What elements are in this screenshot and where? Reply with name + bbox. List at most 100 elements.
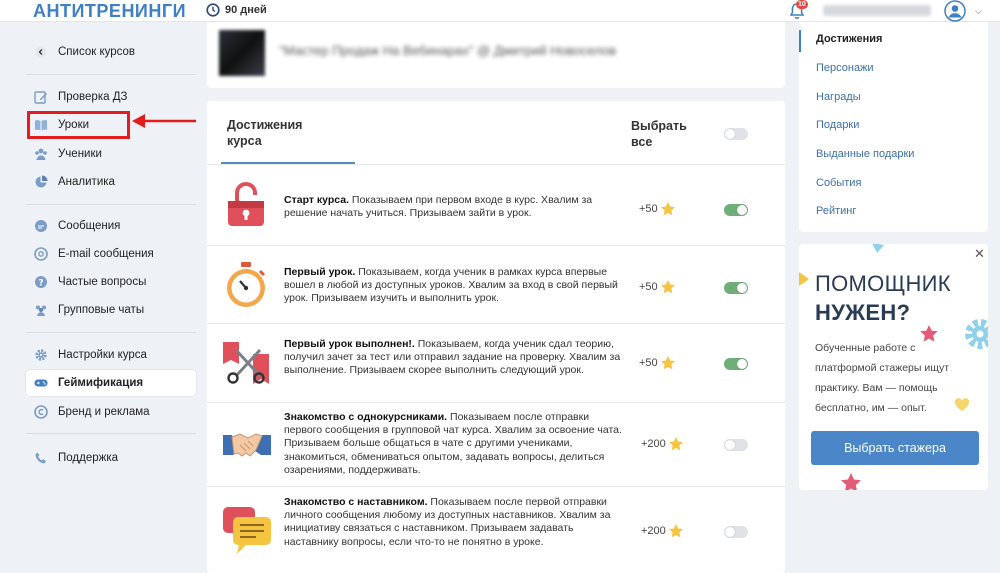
- sidebar-divider: [26, 433, 196, 434]
- sidebar-item-faq[interactable]: ? Частые вопросы: [26, 269, 196, 295]
- achievement-toggle[interactable]: [724, 526, 748, 538]
- nav-issued-gifts[interactable]: Выданные подарки: [816, 148, 914, 160]
- nav-rewards[interactable]: Награды: [816, 91, 861, 103]
- star-icon: [668, 524, 683, 538]
- triangle-decoration-icon: [872, 244, 884, 253]
- pie-chart-icon: [34, 175, 48, 189]
- sidebar-item-homework[interactable]: Проверка ДЗ: [26, 84, 196, 110]
- sidebar-item-label: Аналитика: [58, 176, 115, 188]
- achievement-row: Первый урок выполнен!. Показываем, когда…: [207, 324, 785, 402]
- logo[interactable]: АНТИТРЕНИНГИ: [33, 1, 186, 22]
- achievement-points: +50: [639, 355, 676, 371]
- star-icon: [668, 437, 683, 451]
- choose-intern-button[interactable]: Выбрать стажера: [811, 431, 979, 465]
- sidebar-item-brand[interactable]: Бренд и реклама: [26, 399, 196, 425]
- sidebar-divider: [26, 332, 196, 333]
- triangle-decoration-icon: [799, 272, 809, 286]
- sidebar-item-email[interactable]: E-mail сообщения: [26, 241, 196, 267]
- promo-title-line2: НУЖЕН?: [815, 300, 911, 325]
- notification-badge: 10: [796, 0, 808, 9]
- star-icon: [660, 280, 675, 294]
- select-all-label: Выбрать все: [631, 119, 687, 149]
- select-all-toggle[interactable]: [724, 128, 748, 140]
- achievement-text: Знакомство с наставником. Показываем пос…: [284, 496, 624, 549]
- course-title: "Мастер Продаж На Вебинарах" @ Дмитрий Н…: [279, 43, 617, 58]
- days-label: 90 дней: [225, 4, 267, 16]
- svg-text:?: ?: [38, 279, 43, 289]
- achievement-points: +200: [641, 523, 684, 539]
- points-value: +200: [641, 525, 666, 537]
- top-header: АНТИТРЕНИНГИ 90 дней 10 ⌵: [0, 0, 1000, 22]
- sidebar-item-gamification[interactable]: Геймификация: [26, 370, 196, 396]
- heart-decoration-icon: [954, 398, 970, 411]
- gamification-nav: Достижения Персонажи Награды Подарки Выд…: [799, 22, 988, 232]
- chevron-left-icon: [34, 45, 48, 59]
- speech-bubbles-icon: [223, 507, 271, 554]
- question-icon: ?: [34, 275, 48, 289]
- gamepad-icon: [34, 376, 48, 390]
- sidebar-item-students[interactable]: Ученики: [26, 141, 196, 167]
- username-blurred[interactable]: [823, 5, 931, 16]
- gear-icon: [34, 348, 48, 362]
- sidebar-item-course-settings[interactable]: Настройки курса: [26, 342, 196, 368]
- at-icon: [34, 247, 48, 261]
- star-icon: [660, 202, 675, 216]
- nav-gifts[interactable]: Подарки: [816, 119, 859, 131]
- active-indicator: [799, 30, 801, 52]
- sidebar-item-label: Настройки курса: [58, 349, 147, 361]
- back-to-courses[interactable]: Список курсов: [26, 39, 196, 65]
- sidebar-item-label: Геймификация: [58, 377, 144, 389]
- highlight-box: [27, 111, 130, 139]
- sidebar-item-messages[interactable]: Сообщения: [26, 213, 196, 239]
- sidebar-item-label: Ученики: [58, 148, 102, 160]
- sidebar-item-label: Сообщения: [58, 220, 121, 232]
- achievement-toggle[interactable]: [724, 358, 748, 370]
- sidebar-item-label: Поддержка: [58, 452, 118, 464]
- users-icon: [34, 147, 48, 161]
- star-decoration-icon: [841, 473, 861, 490]
- achievement-title: Первый урок выполнен!.: [284, 338, 415, 350]
- points-value: +50: [639, 357, 658, 369]
- chevron-down-icon[interactable]: ⌵: [975, 6, 982, 17]
- achievement-title: Старт курса.: [284, 194, 349, 206]
- points-value: +50: [639, 281, 658, 293]
- achievement-row: Знакомство с наставником. Показываем пос…: [207, 487, 785, 573]
- nav-achievements[interactable]: Достижения: [816, 33, 882, 45]
- achievement-toggle[interactable]: [724, 439, 748, 451]
- sidebar-item-label: Частые вопросы: [58, 276, 147, 288]
- nav-rating[interactable]: Рейтинг: [816, 205, 856, 217]
- handshake-icon: [223, 433, 271, 457]
- course-header-card: "Мастер Продаж На Вебинарах" @ Дмитрий Н…: [207, 22, 785, 88]
- sidebar-item-label: E-mail сообщения: [58, 248, 154, 260]
- sidebar-divider: [26, 74, 196, 75]
- copyright-icon: [34, 405, 48, 419]
- star-icon: [660, 356, 675, 370]
- group-icon: [34, 303, 48, 317]
- ribbon-scissors-icon: [223, 342, 269, 384]
- phone-icon: [34, 451, 48, 465]
- sidebar-item-label: Проверка ДЗ: [58, 91, 128, 103]
- achievement-text: Знакомство с однокурсниками. Показываем …: [284, 411, 624, 477]
- promo-title-line1: ПОМОЩНИК: [815, 271, 951, 296]
- sidebar-item-support[interactable]: Поддержка: [26, 445, 196, 471]
- sidebar-item-analytics[interactable]: Аналитика: [26, 169, 196, 195]
- nav-characters[interactable]: Персонажи: [816, 62, 874, 74]
- chat-icon: [34, 219, 48, 233]
- achievement-toggle[interactable]: [724, 204, 748, 216]
- close-icon[interactable]: ✕: [974, 246, 985, 262]
- back-label: Список курсов: [58, 46, 136, 58]
- achievement-toggle[interactable]: [724, 282, 748, 294]
- unlocked-padlock-icon: [228, 182, 264, 226]
- avatar-icon[interactable]: [943, 0, 967, 22]
- achievement-title: Знакомство с наставником.: [284, 496, 428, 508]
- nav-events[interactable]: События: [816, 177, 861, 189]
- tab-course-achievements[interactable]: Достижения курса: [227, 117, 337, 149]
- sidebar-item-label: Групповые чаты: [58, 304, 145, 316]
- edit-icon: [34, 90, 48, 104]
- stopwatch-icon: [227, 262, 266, 307]
- achievement-title: Знакомство с однокурсниками.: [284, 411, 448, 423]
- arrow-left-icon: [132, 114, 196, 128]
- achievement-text: Старт курса. Показываем при первом входе…: [284, 194, 624, 220]
- sidebar-item-group-chats[interactable]: Групповые чаты: [26, 297, 196, 323]
- achievement-text: Первый урок. Показываем, когда ученик в …: [284, 266, 624, 306]
